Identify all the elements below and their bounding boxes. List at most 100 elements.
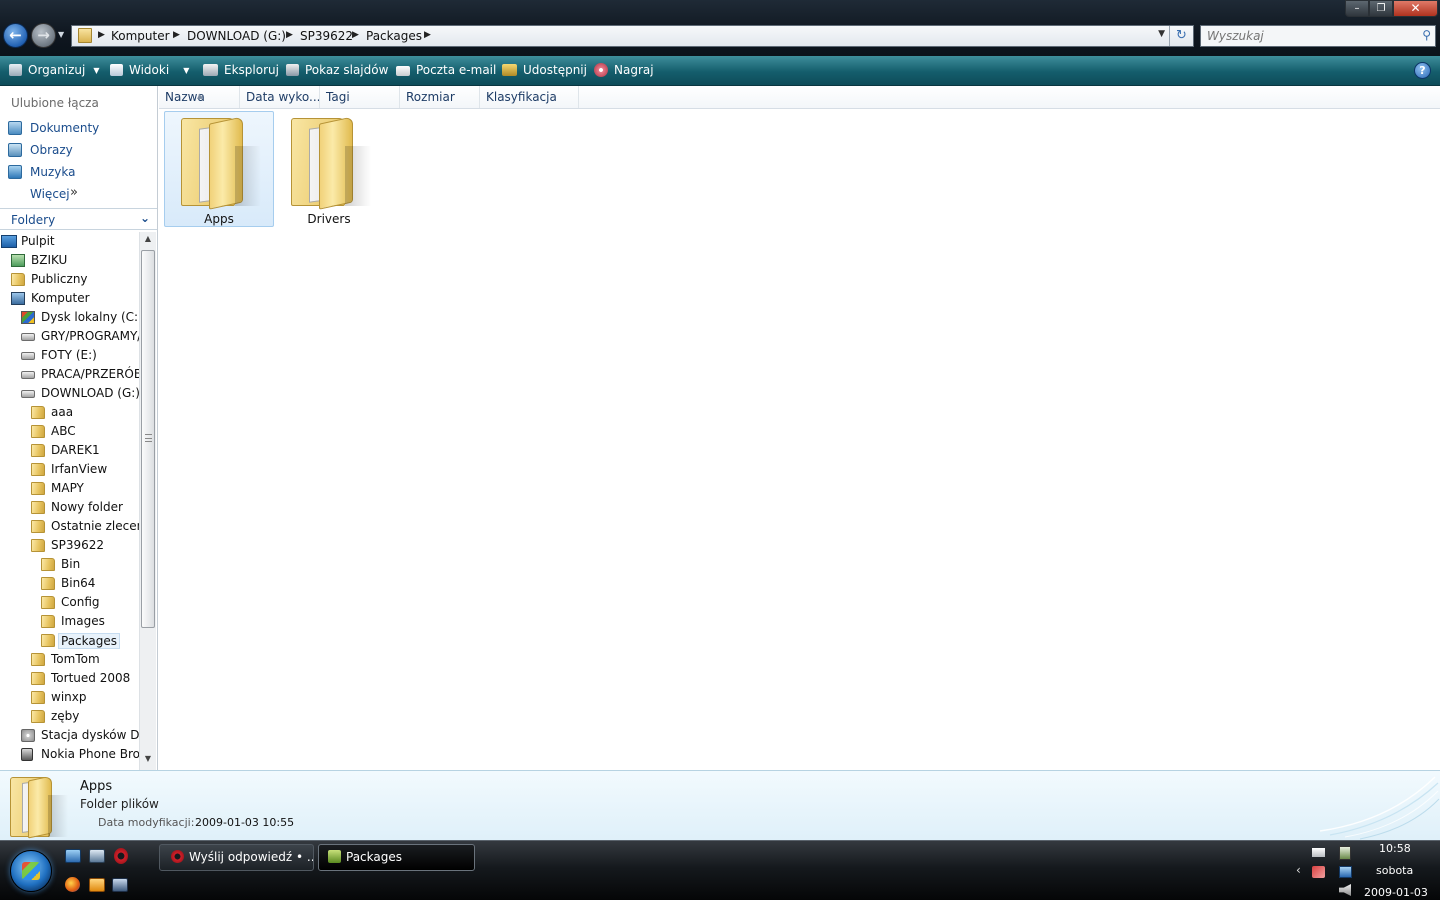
tree-item[interactable]: Nokia Phone Brow xyxy=(0,745,139,764)
help-icon[interactable]: ? xyxy=(1414,62,1431,79)
organize-button[interactable]: Organizuj ▼ xyxy=(9,56,99,85)
tree-item[interactable]: SP39622 xyxy=(0,536,139,555)
column-header-name[interactable]: Nazwa ▲ xyxy=(159,86,240,108)
search-input[interactable] xyxy=(1201,26,1413,46)
chevron-right-icon[interactable]: ▶ xyxy=(98,30,105,40)
tree-item[interactable]: BZIKU xyxy=(0,251,139,270)
tree-item[interactable]: Bin64 xyxy=(0,574,139,593)
column-header-size[interactable]: Rozmiar xyxy=(400,86,480,108)
folder-item-apps[interactable]: Apps xyxy=(164,111,274,227)
tree-item[interactable]: Bin xyxy=(0,555,139,574)
favorite-link-label: Obrazy xyxy=(30,143,73,157)
tree-item[interactable]: DAREK1 xyxy=(0,441,139,460)
tree-item[interactable]: Ostatnie zlecenie xyxy=(0,517,139,536)
chevron-right-icon[interactable]: ▶ xyxy=(286,30,293,40)
tree-item[interactable]: IrfanView xyxy=(0,460,139,479)
start-button[interactable] xyxy=(10,850,52,892)
folder-icon xyxy=(8,775,68,839)
tree-item[interactable]: GRY/PROGRAMY/( xyxy=(0,327,139,346)
tree-item[interactable]: TomTom xyxy=(0,650,139,669)
opera-icon[interactable] xyxy=(114,848,128,864)
taskbar-button-opera[interactable]: Wyślij odpowiedź • ... xyxy=(159,844,314,871)
back-button[interactable]: ← xyxy=(3,23,28,48)
tree-item[interactable]: MAPY xyxy=(0,479,139,498)
tree-item[interactable]: DOWNLOAD (G:) xyxy=(0,384,139,403)
tree-item[interactable]: Tortued 2008 xyxy=(0,669,139,688)
mail-notification-icon[interactable] xyxy=(1312,848,1325,857)
tree-item[interactable]: Pulpit xyxy=(0,232,139,251)
windows-drive-icon xyxy=(21,311,35,324)
tree-item[interactable]: Nowy folder xyxy=(0,498,139,517)
refresh-button[interactable]: ↻ xyxy=(1169,26,1193,46)
slideshow-button[interactable]: Pokaz slajdów xyxy=(286,56,388,85)
scroll-up-arrow-icon[interactable]: ▲ xyxy=(140,234,156,248)
taskbar-button-packages[interactable]: Packages xyxy=(318,844,475,871)
user-icon xyxy=(11,254,25,267)
clock-day[interactable]: sobota xyxy=(1376,864,1413,877)
close-button[interactable]: ✕ xyxy=(1393,0,1438,17)
favorite-link-pictures[interactable]: Obrazy xyxy=(0,140,157,160)
maximize-button[interactable]: ❐ xyxy=(1369,0,1393,17)
breadcrumb-item[interactable]: Packages xyxy=(366,29,422,43)
clock-time[interactable]: 10:58 xyxy=(1379,842,1411,855)
firefox-icon[interactable] xyxy=(65,877,80,892)
chevron-left-icon[interactable]: ‹ xyxy=(1296,863,1301,877)
switch-windows-icon[interactable] xyxy=(89,849,105,863)
address-bar[interactable]: ▶ Komputer ▶ DOWNLOAD (G:) ▶ SP39622 ▶ P… xyxy=(71,25,1194,47)
chevron-right-icon[interactable]: ▶ xyxy=(424,30,431,40)
tree-item[interactable]: PRACA/PRZERÓBK xyxy=(0,365,139,384)
volume-icon[interactable] xyxy=(1339,884,1351,896)
tree-item[interactable]: aaa xyxy=(0,403,139,422)
tree-item[interactable]: Images xyxy=(0,612,139,631)
column-header-tags[interactable]: Tagi xyxy=(320,86,400,108)
show-desktop-icon[interactable] xyxy=(65,849,81,863)
chevron-right-icon[interactable]: ▶ xyxy=(173,30,180,40)
burn-button[interactable]: Nagraj xyxy=(594,56,654,85)
tree-item-label: Packages xyxy=(58,633,120,649)
favorite-link-documents[interactable]: Dokumenty xyxy=(0,118,157,138)
tree-item[interactable]: ABC xyxy=(0,422,139,441)
chevron-right-icon[interactable]: ▶ xyxy=(352,30,359,40)
file-list[interactable]: Nazwa ▲ Data wyko... Tagi Rozmiar Klasyf… xyxy=(159,86,1440,770)
scroll-down-arrow-icon[interactable]: ▼ xyxy=(140,754,156,768)
breadcrumb-item[interactable]: DOWNLOAD (G:) xyxy=(187,29,286,43)
tree-item[interactable]: winxp xyxy=(0,688,139,707)
views-button[interactable]: Widoki ▼ xyxy=(110,56,189,85)
battery-icon[interactable] xyxy=(1339,846,1351,860)
email-button[interactable]: Poczta e-mail xyxy=(396,56,496,85)
explore-button[interactable]: Eksploruj xyxy=(203,56,279,85)
tree-item[interactable]: zęby xyxy=(0,707,139,726)
recent-pages-button[interactable]: ▼ xyxy=(58,30,64,39)
search-icon[interactable]: ⚲ xyxy=(1422,28,1431,42)
tree-item[interactable]: Config xyxy=(0,593,139,612)
column-header-rating[interactable]: Klasyfikacja xyxy=(480,86,579,108)
network-status-icon[interactable] xyxy=(1339,866,1352,878)
favorite-link-more[interactable]: Więcej » xyxy=(0,184,157,204)
tree-item[interactable]: Packages xyxy=(0,631,139,650)
breadcrumb-item[interactable]: SP39622 xyxy=(300,29,353,43)
security-alert-icon[interactable] xyxy=(1312,866,1325,878)
folder-icon xyxy=(41,634,55,647)
chevron-down-icon[interactable]: ▼ xyxy=(1158,29,1165,39)
tree-item[interactable]: Komputer xyxy=(0,289,139,308)
minimize-button[interactable]: – xyxy=(1345,0,1369,17)
media-player-icon[interactable] xyxy=(89,878,105,892)
documents-icon xyxy=(8,121,22,135)
tree-item[interactable]: FOTY (E:) xyxy=(0,346,139,365)
favorite-link-music[interactable]: Muzyka xyxy=(0,162,157,182)
tree-item[interactable]: Dysk lokalny (C:) xyxy=(0,308,139,327)
folders-header[interactable]: Foldery ⌄ xyxy=(0,208,157,230)
forward-button[interactable]: → xyxy=(31,23,56,48)
tree-item-label: zęby xyxy=(51,709,80,723)
clock-date[interactable]: 2009-01-03 xyxy=(1364,886,1428,899)
column-header-date[interactable]: Data wyko... xyxy=(240,86,320,108)
search-box[interactable]: ⚲ xyxy=(1200,25,1436,47)
network-icon[interactable] xyxy=(112,878,128,892)
tree-item[interactable]: Stacja dysków DVD xyxy=(0,726,139,745)
scrollbar-thumb[interactable] xyxy=(141,250,155,628)
share-button[interactable]: Udostępnij xyxy=(502,56,587,85)
folder-item-drivers[interactable]: Drivers xyxy=(274,111,384,227)
tree-item[interactable]: Publiczny xyxy=(0,270,139,289)
breadcrumb-item[interactable]: Komputer xyxy=(111,29,170,43)
folder-tree-scrollbar[interactable]: ▲ ▼ xyxy=(139,232,156,770)
